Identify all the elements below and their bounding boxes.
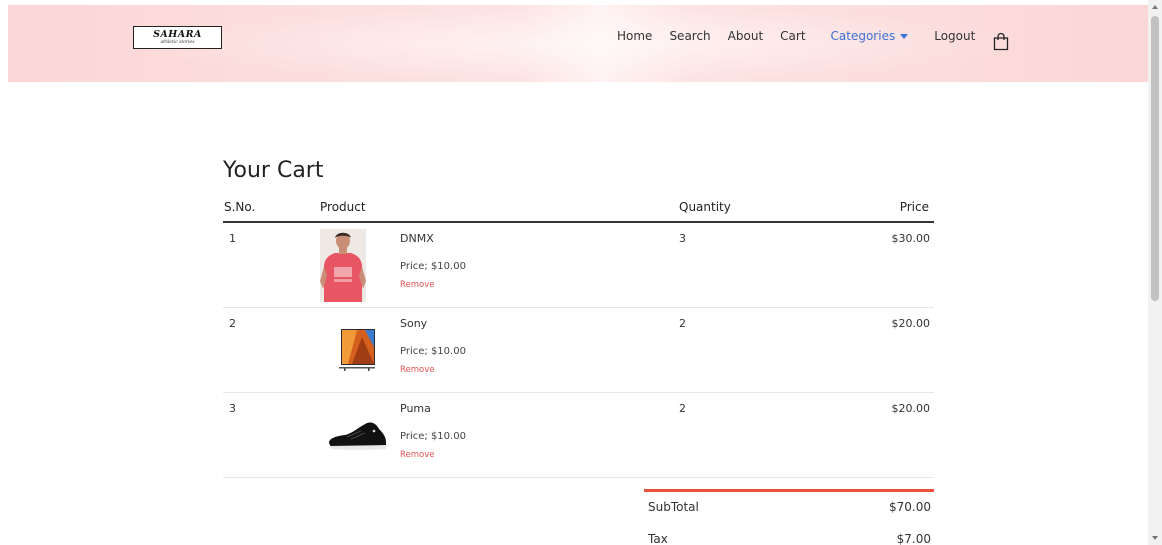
nav-about[interactable]: About	[728, 29, 763, 43]
table-row: 2 Sony Price; $10.00 Remove 2 $20.00	[223, 308, 934, 393]
header-price: Price	[899, 200, 929, 214]
row-sno: 2	[229, 317, 236, 330]
product-unit-price: Price; $10.00	[400, 346, 466, 357]
tax-label: Tax	[648, 532, 668, 545]
remove-link[interactable]: Remove	[400, 280, 435, 290]
nav-links: Home Search About Cart Categories Logout	[617, 29, 992, 43]
nav-categories-dropdown[interactable]: Categories	[831, 29, 909, 43]
subtotal-value: $70.00	[889, 500, 931, 514]
product-total-price: $20.00	[891, 317, 931, 330]
page-scrollbar[interactable]	[1148, 0, 1162, 545]
page-title: Your Cart	[223, 158, 324, 183]
product-name: DNMX	[400, 232, 434, 245]
brand-name: SAHARA	[153, 28, 202, 40]
product-total-price: $30.00	[891, 232, 931, 245]
product-image-tshirt[interactable]	[320, 229, 366, 302]
scroll-up-icon[interactable]	[1152, 5, 1158, 9]
brand-tagline: athletic stories	[160, 39, 195, 45]
row-sno: 3	[229, 402, 236, 415]
tax-value: $7.00	[896, 532, 931, 545]
nav-search[interactable]: Search	[669, 29, 710, 43]
product-image-tv[interactable]	[337, 327, 377, 372]
caret-down-icon	[900, 34, 909, 39]
remove-link[interactable]: Remove	[400, 365, 435, 375]
nav-logout[interactable]: Logout	[934, 29, 975, 43]
header-sno: S.No.	[224, 200, 256, 214]
nav-categories-label: Categories	[830, 29, 896, 43]
brand-logo[interactable]: SAHARA athletic stories	[133, 26, 222, 49]
product-total-price: $20.00	[891, 402, 931, 415]
table-row: 1 DNMX Price; $10.00 Remove 3 $30.00	[223, 223, 934, 308]
product-image-sneaker[interactable]	[327, 419, 387, 452]
nav-cart[interactable]: Cart	[780, 29, 805, 43]
summary-divider	[644, 489, 934, 492]
product-name: Puma	[400, 402, 431, 415]
product-quantity: 3	[679, 232, 686, 245]
product-quantity: 2	[679, 317, 686, 330]
scroll-down-icon[interactable]	[1152, 536, 1158, 540]
shopping-bag-icon[interactable]	[993, 32, 1009, 51]
header-quantity: Quantity	[679, 200, 731, 214]
product-quantity: 2	[679, 402, 686, 415]
navbar-glow	[128, 5, 1028, 82]
table-row: 3 Puma Price; $10.00 Remove 2 $20.00	[223, 393, 934, 478]
row-sno: 1	[229, 232, 236, 245]
header-product: Product	[320, 200, 366, 214]
nav-home[interactable]: Home	[617, 29, 652, 43]
subtotal-label: SubTotal	[648, 500, 699, 514]
product-name: Sony	[400, 317, 428, 330]
remove-link[interactable]: Remove	[400, 450, 435, 460]
product-unit-price: Price; $10.00	[400, 431, 466, 442]
scroll-thumb[interactable]	[1151, 16, 1159, 301]
product-unit-price: Price; $10.00	[400, 261, 466, 272]
